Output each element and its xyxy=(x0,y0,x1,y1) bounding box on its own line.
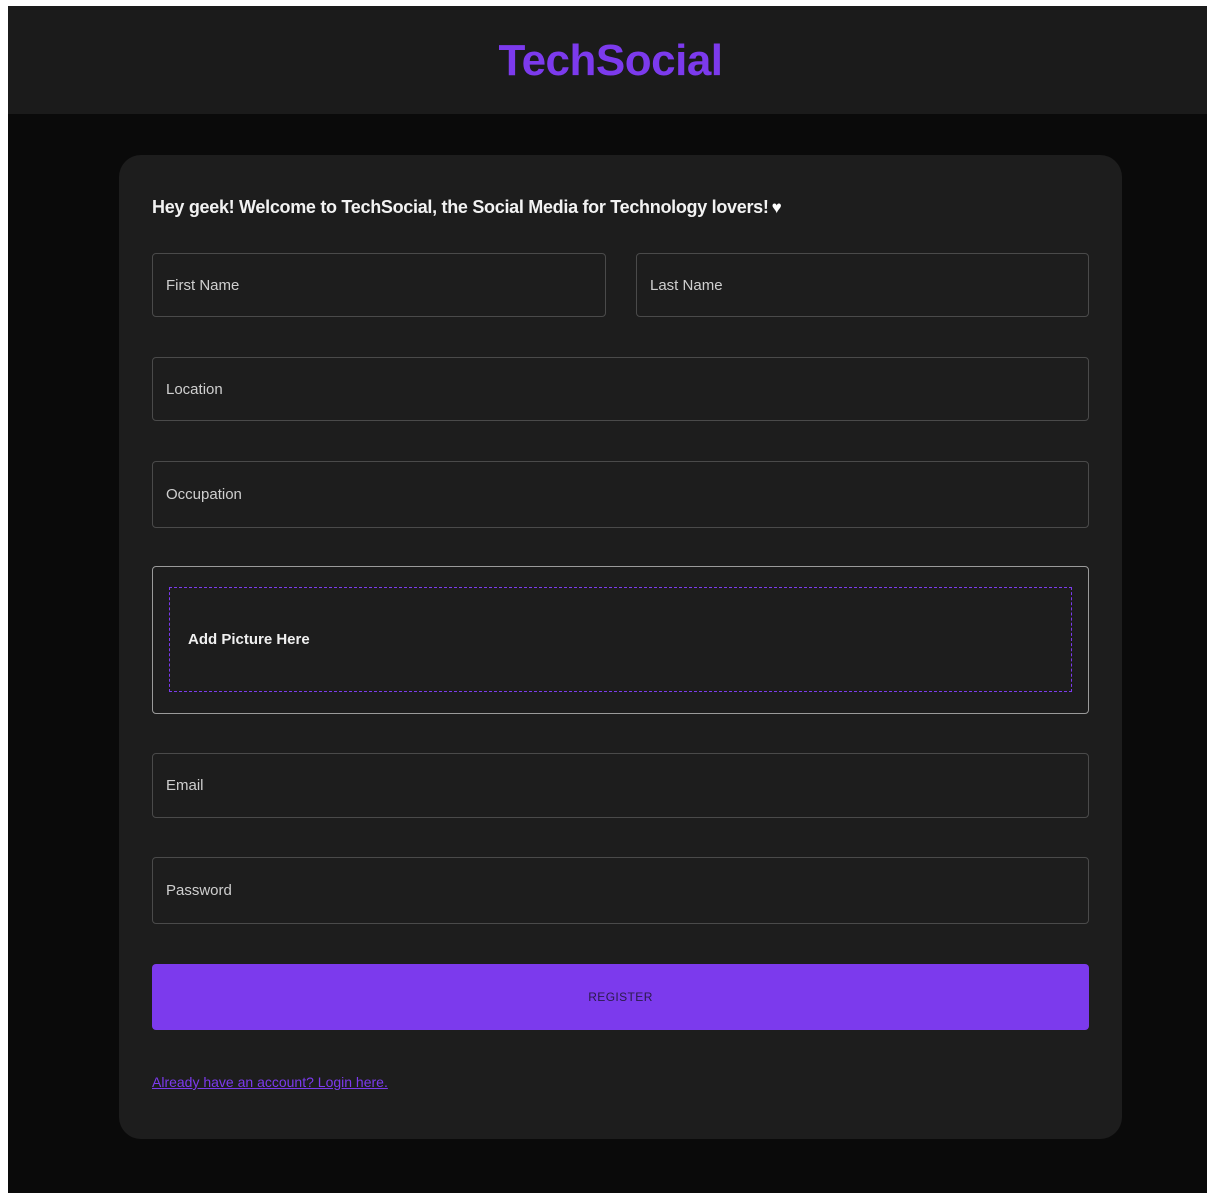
register-card: Hey geek! Welcome to TechSocial, the Soc… xyxy=(119,155,1122,1139)
location-input[interactable] xyxy=(153,358,1088,420)
welcome-message: Hey geek! Welcome to TechSocial, the Soc… xyxy=(152,197,782,218)
heart-icon: ♥ xyxy=(771,198,782,217)
location-field-box xyxy=(152,357,1089,421)
password-field-box xyxy=(152,857,1089,924)
email-field-box xyxy=(152,753,1089,818)
email-input[interactable] xyxy=(153,754,1088,817)
brand-logo-text[interactable]: TechSocial xyxy=(498,36,723,86)
login-link[interactable]: Already have an account? Login here. xyxy=(152,1074,388,1090)
picture-dropzone-label: Add Picture Here xyxy=(188,631,310,648)
first-name-field-box xyxy=(152,253,606,317)
last-name-field-box xyxy=(636,253,1089,317)
app-root: TechSocial Hey geek! Welcome to TechSoci… xyxy=(8,6,1207,1193)
password-input[interactable] xyxy=(153,858,1088,923)
occupation-field-box xyxy=(152,461,1089,528)
picture-upload-box: Add Picture Here xyxy=(152,566,1089,714)
last-name-input[interactable] xyxy=(637,254,1088,316)
welcome-text: Hey geek! Welcome to TechSocial, the Soc… xyxy=(152,197,769,217)
picture-dropzone[interactable]: Add Picture Here xyxy=(169,587,1072,692)
occupation-input[interactable] xyxy=(153,462,1088,527)
first-name-input[interactable] xyxy=(153,254,605,316)
top-bar: TechSocial xyxy=(8,6,1207,114)
register-button[interactable]: REGISTER xyxy=(152,964,1089,1030)
